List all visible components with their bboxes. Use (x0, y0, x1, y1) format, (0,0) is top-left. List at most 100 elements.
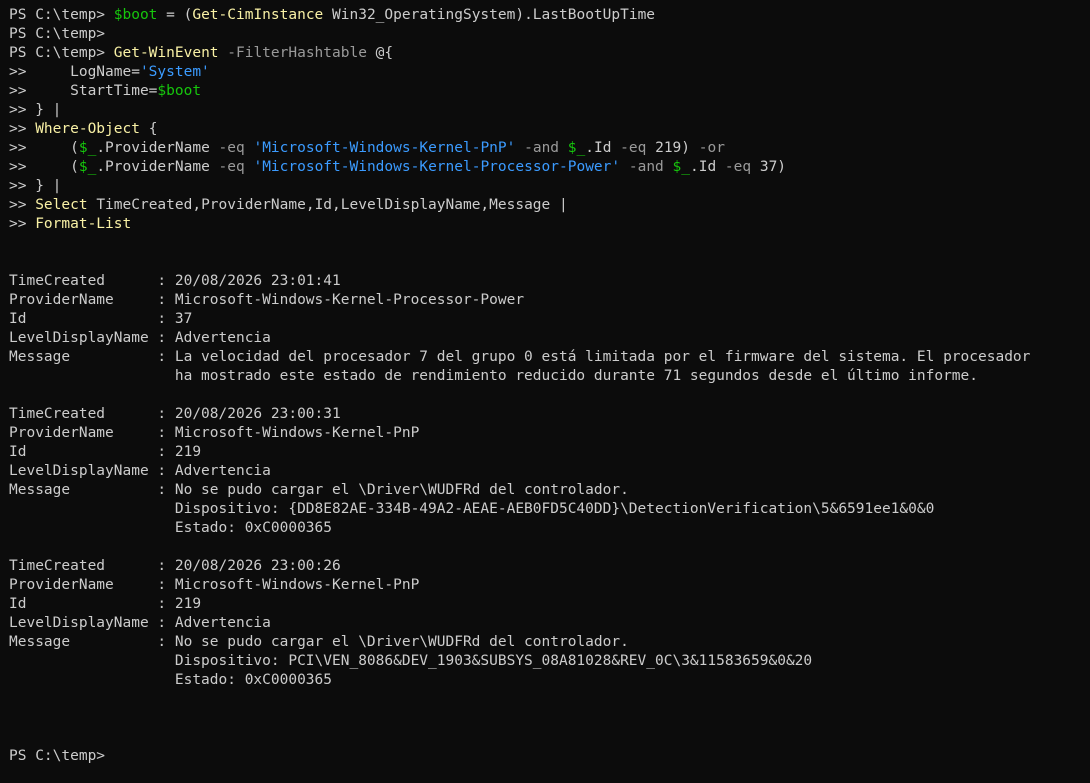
terminal-line: PS C:\temp> $boot = (Get-CimInstance Win… (9, 6, 1090, 25)
prompt-text: >> (9, 197, 36, 213)
output-text: Message : No se pudo cargar el \Driver\W… (9, 482, 629, 498)
terminal-line: PS C:\temp> (9, 25, 1090, 44)
output-text: { (139, 121, 158, 137)
output-text: TimeCreated : 20/08/2026 23:00:26 (9, 558, 341, 574)
prompt-text: PS C:\temp> (9, 45, 114, 61)
output-text: .Id (585, 140, 612, 156)
output-text: @{ (366, 45, 394, 61)
terminal-line: LevelDisplayName : Advertencia (9, 462, 1090, 481)
variable-token: $_ (567, 140, 586, 156)
prompt-text: >> (9, 121, 36, 137)
terminal-line: >> } | (9, 101, 1090, 120)
command-token: Where-Object (35, 121, 140, 137)
terminal-line: TimeCreated : 20/08/2026 23:00:31 (9, 405, 1090, 424)
output-text: = ( (157, 7, 193, 23)
terminal-line: Estado: 0xC0000365 (9, 671, 1090, 690)
terminal-line: >> Where-Object { (9, 120, 1090, 139)
terminal-window[interactable]: PS C:\temp> $boot = (Get-CimInstance Win… (0, 0, 1090, 783)
terminal-line: >> } | (9, 177, 1090, 196)
terminal-line: ProviderName : Microsoft-Windows-Kernel-… (9, 424, 1090, 443)
string-token: 'System' (139, 64, 210, 80)
output-text: StartTime= (70, 83, 158, 99)
output-text: } | (35, 102, 62, 118)
output-text: TimeCreated : 20/08/2026 23:00:31 (9, 406, 341, 422)
output-text: ProviderName : Microsoft-Windows-Kernel-… (9, 292, 525, 308)
terminal-line: >> ($_.ProviderName -eq 'Microsoft-Windo… (9, 158, 1090, 177)
terminal-line: Estado: 0xC0000365 (9, 519, 1090, 538)
terminal-line: ProviderName : Microsoft-Windows-Kernel-… (9, 291, 1090, 310)
prompt-text: >> (9, 159, 71, 175)
command-token: Get-CimInstance (192, 7, 324, 23)
output-text: ( (70, 159, 79, 175)
terminal-line: Message : No se pudo cargar el \Driver\W… (9, 633, 1090, 652)
terminal-line: Id : 219 (9, 595, 1090, 614)
terminal-line: >> LogName='System' (9, 63, 1090, 82)
terminal-line: LevelDisplayName : Advertencia (9, 614, 1090, 633)
prompt-text: PS C:\temp> (9, 748, 106, 764)
output-text: Estado: 0xC0000365 (9, 520, 333, 536)
parameter-token: -eq (209, 140, 245, 156)
output-text: Id : 219 (9, 596, 202, 612)
command-token: Get-WinEvent (113, 45, 219, 61)
command-token: Format-List (35, 216, 132, 232)
prompt-text: >> (9, 64, 71, 80)
parameter-token: -FilterHashtable (218, 45, 367, 61)
variable-token: $_ (78, 140, 97, 156)
prompt-text: PS C:\temp> (9, 7, 114, 23)
output-text: .Id (689, 159, 717, 175)
prompt-text: PS C:\temp> (9, 26, 106, 42)
parameter-token: -eq (209, 159, 245, 175)
output-text: LevelDisplayName : Advertencia (9, 463, 271, 479)
output-text: Dispositivo: PCI\VEN_8086&DEV_1903&SUBSY… (9, 653, 813, 669)
variable-token: $_ (78, 159, 97, 175)
terminal-line: >> Format-List (9, 215, 1090, 234)
output-text: 37) (751, 159, 787, 175)
output-text: LogName= (70, 64, 140, 80)
parameter-token: -or (690, 140, 725, 156)
output-text: Estado: 0xC0000365 (9, 672, 333, 688)
prompt-text: >> (9, 102, 36, 118)
parameter-token: -eq (716, 159, 752, 175)
output-text: Dispositivo: {DD8E82AE-334B-49A2-AEAE-AE… (9, 501, 935, 517)
parameter-token: -and (515, 140, 560, 156)
prompt-text: >> (9, 178, 36, 194)
terminal-line: ha mostrado este estado de rendimiento r… (9, 367, 1090, 386)
terminal-line: >> StartTime=$boot (9, 82, 1090, 101)
variable-token: $boot (113, 7, 158, 23)
output-text: .ProviderName (96, 140, 210, 156)
terminal-line: ProviderName : Microsoft-Windows-Kernel-… (9, 576, 1090, 595)
terminal-line: Id : 219 (9, 443, 1090, 462)
terminal-line: PS C:\temp> (9, 747, 1090, 766)
output-text: Message : La velocidad del procesador 7 … (9, 349, 1031, 365)
terminal-line: TimeCreated : 20/08/2026 23:01:41 (9, 272, 1090, 291)
terminal-line: LevelDisplayName : Advertencia (9, 329, 1090, 348)
output-text: 219) (646, 140, 691, 156)
output-text: ProviderName : Microsoft-Windows-Kernel-… (9, 425, 420, 441)
prompt-text: >> (9, 140, 71, 156)
output-text: LevelDisplayName : Advertencia (9, 615, 271, 631)
output-text: ( (70, 140, 79, 156)
parameter-token: -and (620, 159, 664, 175)
output-text: .ProviderName (96, 159, 210, 175)
parameter-token: -eq (611, 140, 647, 156)
prompt-text: >> (9, 83, 71, 99)
prompt-text: >> (9, 216, 36, 232)
terminal-line: Id : 37 (9, 310, 1090, 329)
string-token: 'Microsoft-Windows-Kernel-Processor-Powe… (253, 159, 621, 175)
output-text: Win32_OperatingSystem).LastBootUpTime (323, 7, 656, 23)
command-token: Select (35, 197, 88, 213)
output-text: TimeCreated,ProviderName,Id,LevelDisplay… (87, 197, 568, 213)
terminal-line: TimeCreated : 20/08/2026 23:00:26 (9, 557, 1090, 576)
terminal-line: Message : La velocidad del procesador 7 … (9, 348, 1090, 367)
terminal-line: Dispositivo: PCI\VEN_8086&DEV_1903&SUBSY… (9, 652, 1090, 671)
output-text: Message : No se pudo cargar el \Driver\W… (9, 634, 629, 650)
output-text: } | (35, 178, 62, 194)
